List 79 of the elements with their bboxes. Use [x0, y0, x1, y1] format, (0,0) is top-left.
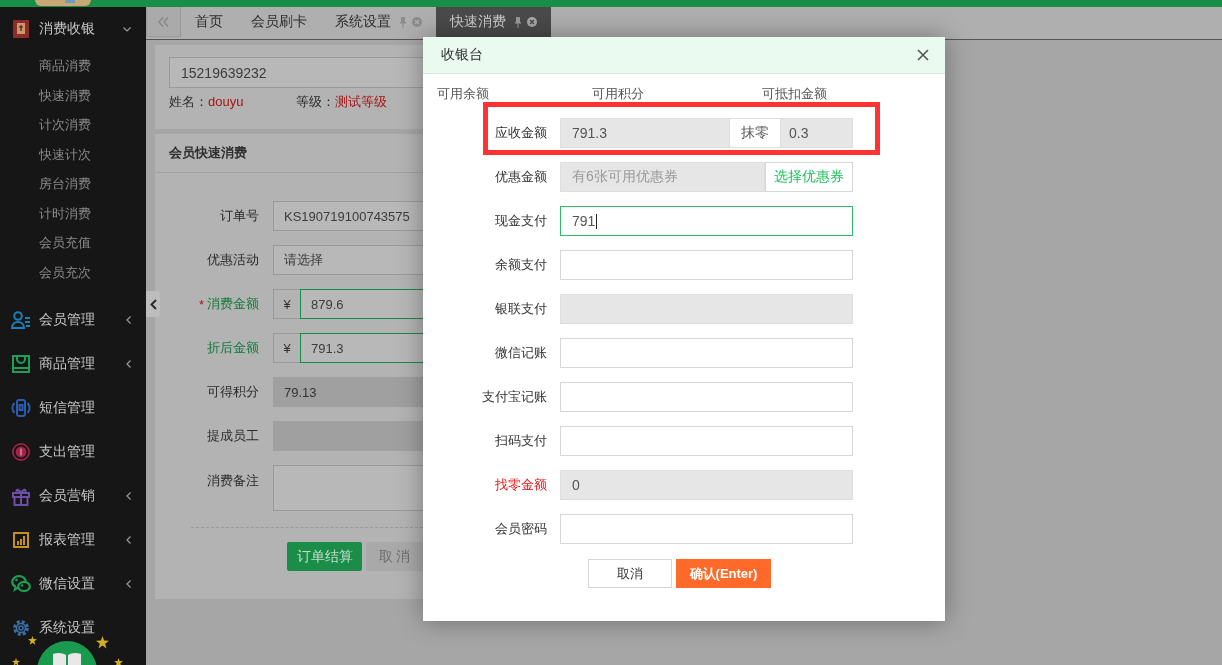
tab[interactable]: 系统设置 [321, 7, 436, 37]
amount-field[interactable]: 791.3 [300, 333, 423, 363]
star-icon [28, 636, 37, 645]
field-label: 消费金额 [207, 295, 259, 313]
sidebar-menu-item[interactable]: 消费收银 [0, 7, 146, 51]
field-label: 优惠活动 [207, 251, 259, 269]
star-icon [96, 636, 109, 649]
submenu-item[interactable]: 快速消费 [0, 80, 146, 110]
double-chevron-left-icon [158, 16, 169, 27]
sidebar-menu-item[interactable]: 商品管理 [0, 342, 146, 386]
field-label: 可得积分 [207, 383, 259, 401]
name-label: 姓名： [169, 94, 208, 110]
round-off-label: 抹零 [730, 118, 780, 148]
tab[interactable]: 会员刷卡 [237, 7, 321, 37]
field-label: 优惠金额 [494, 168, 547, 186]
input-field[interactable]: 791 [560, 206, 853, 236]
grade-value: 测试等级 [335, 94, 387, 110]
submenu-item[interactable]: 计次消费 [0, 110, 146, 140]
field-label: 消费备注 [207, 472, 259, 490]
field-label: 应收金额 [494, 124, 547, 142]
sidebar-menu-item[interactable]: 系统设置 [0, 606, 146, 650]
submenu-item[interactable]: 计时消费 [0, 198, 146, 228]
tabs-back-button[interactable] [146, 7, 181, 37]
balance-label: 可抵扣金额 [762, 86, 827, 102]
input-field[interactable] [560, 514, 853, 544]
star-icon [12, 658, 20, 665]
balance-label: 可用余额 [437, 86, 490, 102]
input-field[interactable]: KS190719100743575 [273, 201, 423, 231]
cancel-button[interactable]: 取消 [588, 559, 672, 588]
field-label: 余额支付 [494, 256, 547, 274]
grade-label: 等级： [296, 94, 335, 110]
sidebar-menu-item[interactable]: 会员管理 [0, 298, 146, 342]
field-label: 微信记账 [494, 344, 547, 362]
text-cursor-icon [596, 213, 598, 229]
name-value: douyu [208, 94, 244, 110]
field-label: 银联支付 [494, 300, 547, 318]
currency-prefix: ¥ [273, 289, 300, 319]
required-mark: * [198, 296, 204, 312]
pin-icon [400, 16, 406, 28]
tab[interactable]: 首页 [181, 7, 237, 37]
balance-label: 可用积分 [592, 86, 645, 102]
phone-field[interactable]: 15219639232 [169, 57, 423, 88]
book-badge-icon [37, 641, 97, 665]
submenu-item[interactable]: 快速计次 [0, 139, 146, 169]
submenu-item[interactable]: 会员充次 [0, 257, 146, 287]
chevron-left-icon [149, 298, 157, 310]
pin-icon [515, 16, 521, 28]
field-label: 扫码支付 [494, 432, 547, 450]
collapse-handle-button[interactable] [146, 291, 160, 317]
field-label: 找零金额 [494, 476, 547, 494]
submenu-item[interactable]: 商品消费 [0, 51, 146, 81]
field-label: 订单号 [220, 207, 259, 225]
field-label: 现金支付 [494, 212, 547, 230]
amount-field[interactable]: 879.6 [300, 289, 423, 319]
close-icon[interactable] [527, 17, 537, 27]
input-field[interactable] [560, 338, 853, 368]
currency-prefix: ¥ [273, 333, 300, 363]
field-label: 会员密码 [494, 520, 547, 538]
input-field[interactable] [560, 250, 853, 280]
field-label: 支付宝记账 [481, 388, 547, 406]
select-field[interactable]: 请选择 [273, 245, 423, 275]
checkout-button[interactable]: 订单结算 [287, 542, 362, 571]
close-icon[interactable] [917, 49, 929, 61]
sidebar-menu-item[interactable]: 微信设置 [0, 562, 146, 606]
sidebar-menu-item[interactable]: 短信管理 [0, 386, 146, 430]
textarea-field[interactable] [273, 465, 423, 511]
input-field[interactable] [560, 426, 853, 456]
field-label: 折后金额 [207, 339, 259, 357]
dialog-title: 收银台 [441, 46, 483, 64]
star-icon [114, 658, 123, 665]
input-field[interactable] [560, 382, 853, 412]
sidebar-menu-item[interactable]: 会员营销 [0, 474, 146, 518]
sidebar-menu-item[interactable]: 支出管理 [0, 430, 146, 474]
tab[interactable]: 快速消费 [436, 7, 551, 37]
logo-drawing [35, 0, 91, 6]
field-label: 提成员工 [207, 427, 259, 445]
submenu-item[interactable]: 会员充值 [0, 228, 146, 258]
sidebar-menu-item[interactable]: 报表管理 [0, 518, 146, 562]
submenu-item[interactable]: 房台消费 [0, 169, 146, 199]
